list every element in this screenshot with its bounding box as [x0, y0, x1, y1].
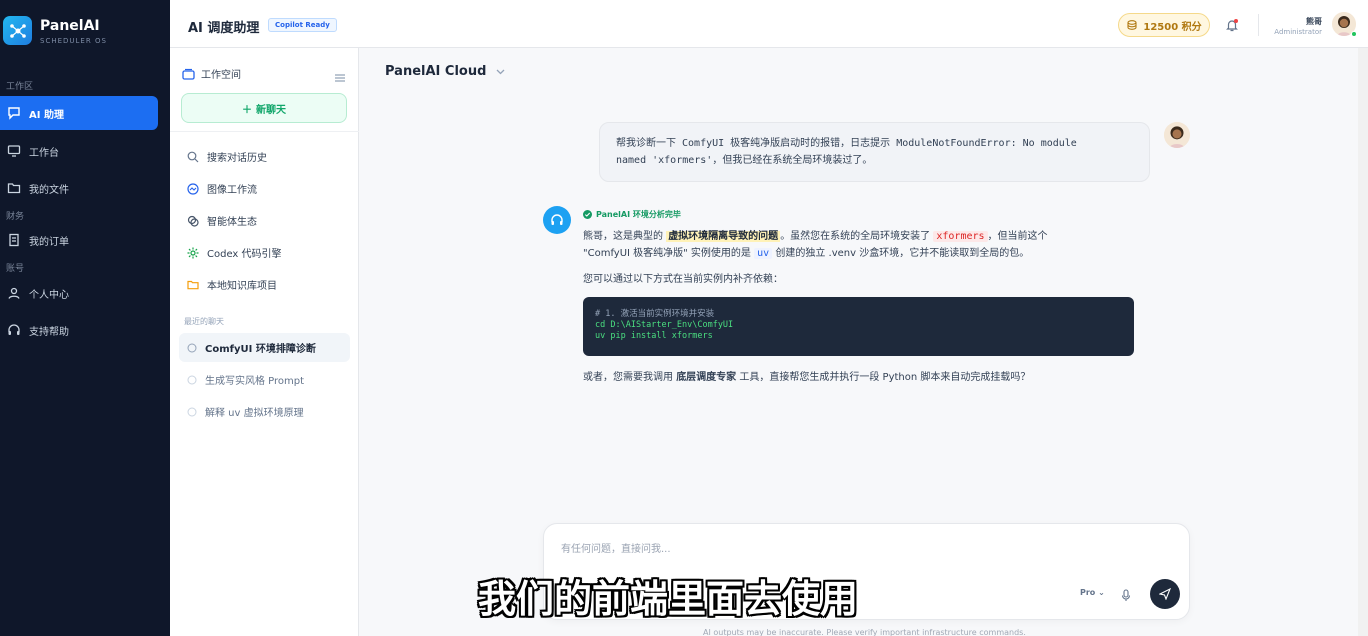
- section-workspace: 工作区: [6, 82, 34, 92]
- search-icon: [187, 151, 199, 162]
- status-badge: Copilot Ready: [268, 18, 337, 32]
- new-chat-button[interactable]: ＋ 新聊天: [181, 93, 347, 123]
- assistant-avatar: [543, 206, 571, 234]
- sidebar-item-files[interactable]: 我的文件: [0, 171, 158, 205]
- monitor-icon: [7, 145, 21, 157]
- panel-item-agent-ecosystem[interactable]: 智能体生态: [187, 213, 257, 228]
- user-role: Administrator: [1274, 28, 1322, 36]
- recent-header: 最近的聊天: [184, 317, 224, 326]
- sidebar-item-orders[interactable]: 我的订单: [0, 223, 158, 257]
- chat-bubble-icon: [187, 343, 197, 352]
- recent-chat-item[interactable]: ComfyUI 环境排障诊断: [179, 333, 350, 362]
- agent-icon: [187, 215, 199, 227]
- folder-icon: [187, 280, 199, 289]
- sidebar-item-support[interactable]: 支持帮助: [0, 313, 158, 347]
- chat-input-placeholder[interactable]: 有任何问题，直接问我...: [561, 540, 671, 555]
- points-label: 12500 积分: [1143, 21, 1202, 33]
- brand-subtitle: SCHEDULER OS: [40, 37, 107, 45]
- chevron-down-icon: [496, 69, 505, 74]
- send-button[interactable]: [1150, 579, 1180, 609]
- gear-icon: [187, 247, 199, 258]
- recent-chat-item[interactable]: 解释 uv 虚拟环境原理: [179, 397, 350, 426]
- user-avatar: [1164, 122, 1190, 148]
- send-icon: [1159, 588, 1171, 600]
- recent-chat-item[interactable]: 生成写实风格 Prompt: [179, 365, 350, 394]
- panel-divider: [170, 131, 359, 132]
- video-subtitle: 我们的前端里面去使用: [478, 577, 859, 621]
- chat-icon: [8, 107, 20, 120]
- headset-icon: [8, 324, 20, 335]
- brand-name: PanelAI: [40, 18, 100, 34]
- chat-bubble-icon: [187, 375, 197, 384]
- mode-selector[interactable]: Pro ⌄: [1080, 588, 1105, 597]
- sidebar-item-label: 我的文件: [29, 184, 69, 196]
- chat-area: PanelAI Cloud 帮我诊断一下 ComfyUI 极客纯净版启动时的报错…: [359, 48, 1368, 636]
- user-name: 熊哥: [1306, 17, 1322, 26]
- disclaimer: AI outputs may be inaccurate. Please ver…: [703, 628, 1026, 636]
- code-block: # 1. 激活当前实例环境并安装 cd D:\AIStarter_Env\Com…: [583, 297, 1134, 356]
- sidebar: PanelAI SCHEDULER OS 工作区 AI 助理 工作台 我的文件 …: [0, 0, 170, 636]
- panel-item-local-knowledge[interactable]: 本地知识库项目: [187, 277, 277, 292]
- top-bar: AI 调度助理 Copilot Ready 12500 积分 熊哥 Admini…: [170, 0, 1368, 48]
- menu-icon[interactable]: [334, 68, 346, 87]
- model-selector[interactable]: PanelAI Cloud: [385, 64, 505, 79]
- headset-icon: [551, 214, 563, 225]
- logo-icon: [3, 16, 32, 45]
- check-circle-icon: [583, 210, 592, 219]
- receipt-icon: [9, 233, 19, 247]
- sidebar-item-profile[interactable]: 个人中心: [0, 276, 158, 310]
- sidebar-item-label: AI 助理: [29, 109, 64, 121]
- chat-bubble-icon: [187, 407, 197, 416]
- workspace-title: 工作空间: [182, 66, 241, 81]
- bell-icon[interactable]: [1225, 17, 1239, 32]
- plus-icon: ＋: [242, 104, 252, 116]
- user-icon: [8, 287, 20, 299]
- workspace-panel: 工作空间 ＋ 新聊天 搜索对话历史 图像工作流 智能体生态 Codex 代码引擎: [170, 48, 359, 636]
- section-account: 账号: [6, 264, 25, 274]
- sidebar-item-label: 个人中心: [29, 289, 69, 301]
- panel-item-image-workflow[interactable]: 图像工作流: [187, 181, 257, 196]
- section-finance: 财务: [6, 212, 25, 222]
- assistant-answer: 熊哥，这是典型的 虚拟环境隔离导致的问题 。虽然您在系统的全局环境安装了 xfor…: [583, 231, 1048, 285]
- sidebar-item-workbench[interactable]: 工作台: [0, 134, 158, 168]
- sidebar-item-label: 工作台: [29, 147, 59, 159]
- folder-icon: [7, 183, 21, 194]
- online-indicator: [1351, 31, 1357, 37]
- page-title: AI 调度助理: [188, 21, 260, 36]
- image-workflow-icon: [187, 182, 199, 195]
- points-button[interactable]: 12500 积分: [1118, 13, 1210, 37]
- scrollbar[interactable]: [1358, 48, 1368, 636]
- analysis-status: PanelAI 环境分析完毕: [583, 209, 681, 220]
- layers-icon: [182, 68, 195, 80]
- microphone-icon[interactable]: [1121, 587, 1131, 606]
- sidebar-item-label: 我的订单: [29, 236, 69, 248]
- coin-icon: [1127, 20, 1137, 30]
- panel-item-search-history[interactable]: 搜索对话历史: [187, 149, 267, 164]
- sidebar-item-ai-assistant[interactable]: AI 助理: [0, 96, 158, 130]
- header-divider: [1258, 14, 1259, 36]
- app-window: PanelAI SCHEDULER OS 工作区 AI 助理 工作台 我的文件 …: [0, 0, 1368, 636]
- sidebar-item-label: 支持帮助: [29, 326, 69, 338]
- follow-up-text: 或者，您需要我调用 底层调度专家 工具，直接帮您生成并执行一段 Python 脚…: [583, 372, 1031, 383]
- user-message: 帮我诊断一下 ComfyUI 极客纯净版启动时的报错，日志提示 ModuleNo…: [599, 122, 1150, 182]
- panel-item-codex-engine[interactable]: Codex 代码引擎: [187, 245, 282, 260]
